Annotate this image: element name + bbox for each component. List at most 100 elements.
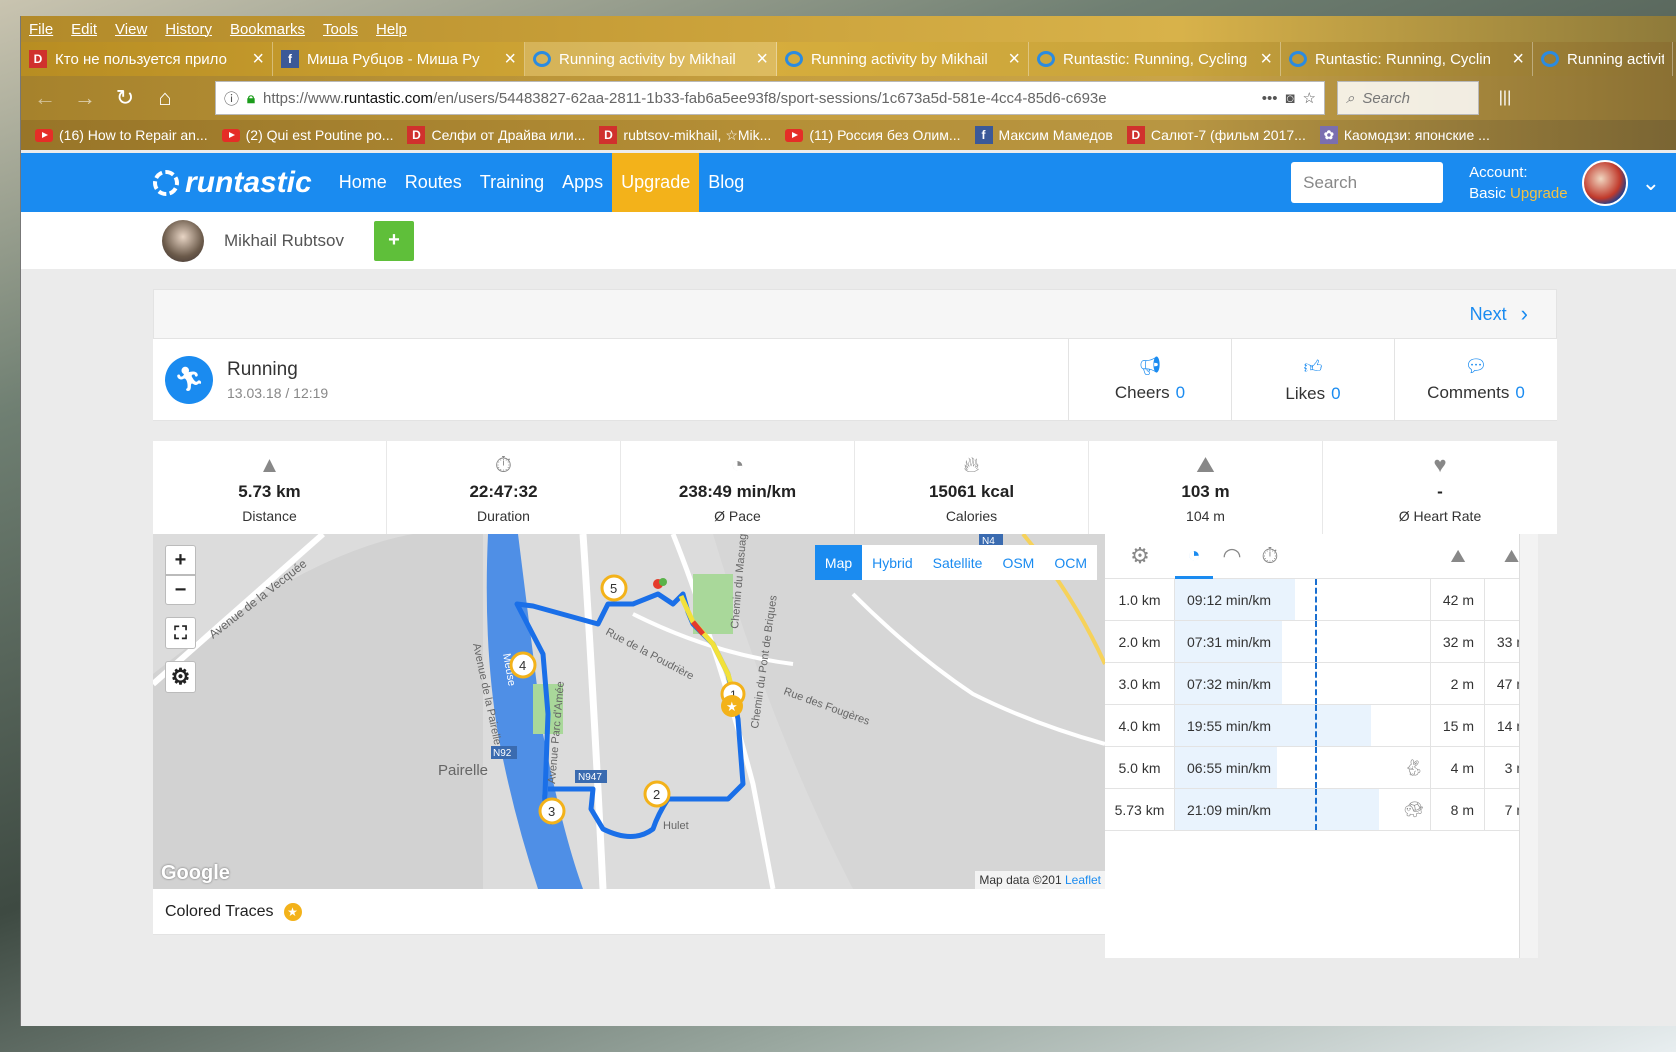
leaflet-link[interactable]: Leaflet xyxy=(1065,873,1101,887)
avatar[interactable] xyxy=(1581,159,1628,206)
bookmark-item[interactable]: ✿ Каомодзи: японские ... xyxy=(1319,126,1490,144)
reload-icon[interactable]: ↻ xyxy=(111,85,139,111)
menu-file[interactable]: File xyxy=(29,21,53,38)
chevron-down-icon[interactable]: ⌄ xyxy=(1642,170,1660,196)
bookmark-item[interactable]: f Максим Мамедов xyxy=(974,126,1113,144)
profile-name[interactable]: Mikhail Rubtsov xyxy=(224,231,344,251)
browser-tab-active[interactable]: Running activity by Mikhail × xyxy=(525,42,777,76)
stats-bar: ▲ 5.73 km Distance ⏱︎ 22:47:32 Duration … xyxy=(153,441,1557,534)
map-type-osm[interactable]: OSM xyxy=(992,545,1044,580)
bookmark-star-icon[interactable]: ☆ xyxy=(1303,89,1316,107)
bookmark-item[interactable]: (11) Россия без Олим... xyxy=(785,127,961,143)
page-actions-icon[interactable]: ••• xyxy=(1262,90,1278,107)
close-tab-icon[interactable]: × xyxy=(1008,49,1020,69)
browser-tab[interactable]: Runtastic: Running, Cyclin × xyxy=(1281,42,1533,76)
close-tab-icon[interactable]: × xyxy=(1512,49,1524,69)
bookmark-label: (16) How to Repair an... xyxy=(59,127,208,143)
nav-routes[interactable]: Routes xyxy=(396,153,471,212)
menu-edit[interactable]: Edit xyxy=(71,21,97,38)
split-elevation-gain: 15 m xyxy=(1431,705,1485,746)
runtastic-favicon-icon xyxy=(1289,51,1307,67)
account-type: Basic Upgrade xyxy=(1469,183,1567,204)
map-type-map[interactable]: Map xyxy=(814,545,863,580)
stat-pace: ◔ 238:49 min/km Ø Pace xyxy=(621,441,855,534)
bookmark-item[interactable]: D Селфи от Драйва или... xyxy=(407,126,585,144)
stopwatch-tab-icon[interactable]: ⏱︎ xyxy=(1251,543,1289,569)
close-tab-icon[interactable]: × xyxy=(756,49,768,69)
back-icon[interactable]: ← xyxy=(31,85,59,111)
nav-blog[interactable]: Blog xyxy=(699,153,753,212)
cheers-button[interactable]: 📢︎ Cheers 0 xyxy=(1068,339,1231,420)
split-row: 4.0 km 19:55 min/km 15 m 14 m xyxy=(1105,705,1538,747)
scrollbar[interactable] xyxy=(1519,534,1538,958)
settings-gear-icon[interactable]: ⚙ xyxy=(1105,543,1175,569)
chevron-right-icon[interactable]: › xyxy=(1521,301,1528,327)
info-icon[interactable]: ⓘ xyxy=(224,88,239,109)
profile-avatar[interactable] xyxy=(162,219,204,262)
menu-history[interactable]: History xyxy=(165,21,212,38)
split-km: 1.0 km xyxy=(1105,579,1175,620)
split-pace: 19:55 min/km xyxy=(1187,717,1272,734)
library-icon[interactable]: ||| xyxy=(1491,89,1519,107)
add-friend-button[interactable]: + xyxy=(374,220,414,261)
address-bar[interactable]: ⓘ 🔒︎ https://www.runtastic.com/en/users/… xyxy=(215,81,1325,115)
likes-label: Likes xyxy=(1285,383,1326,403)
menu-help[interactable]: Help xyxy=(376,21,407,38)
home-icon[interactable]: ⌂ xyxy=(151,85,179,111)
close-tab-icon[interactable]: × xyxy=(504,49,516,69)
bookmark-item[interactable]: (2) Qui est Poutine po... xyxy=(221,127,394,143)
comments-label: Comments xyxy=(1427,383,1510,402)
fullscreen-icon[interactable]: ⛶ xyxy=(165,617,196,649)
split-pace-cell: 07:32 min/km xyxy=(1175,663,1431,704)
map-type-hybrid[interactable]: Hybrid xyxy=(862,545,922,580)
stat-duration: ⏱︎ 22:47:32 Duration xyxy=(387,441,621,534)
comments-count: 0 xyxy=(1515,383,1525,402)
speed-tab-icon[interactable]: ◠ xyxy=(1213,543,1251,569)
zoom-out-button[interactable]: − xyxy=(165,575,196,605)
nav-training[interactable]: Training xyxy=(471,153,553,212)
runtastic-logo[interactable]: runtastic xyxy=(153,166,312,200)
comments-button[interactable]: 💬︎ Comments 0 xyxy=(1394,339,1557,420)
pace-tab-icon[interactable]: ◔ xyxy=(1175,534,1213,579)
nav-home[interactable]: Home xyxy=(330,153,396,212)
gear-icon[interactable]: ⚙ xyxy=(165,661,196,693)
menu-tools[interactable]: Tools xyxy=(323,21,358,38)
bookmark-item[interactable]: (16) How to Repair an... xyxy=(35,127,208,143)
nav-apps[interactable]: Apps xyxy=(553,153,612,212)
close-tab-icon[interactable]: × xyxy=(252,49,264,69)
browser-tab[interactable]: Runtastic: Running, Cycling × xyxy=(1029,42,1281,76)
browser-search-field[interactable]: ⌕ Search xyxy=(1337,81,1479,115)
zoom-in-button[interactable]: + xyxy=(165,545,196,575)
likes-button[interactable]: 👍︎ Likes 0 xyxy=(1231,339,1394,420)
pocket-icon[interactable]: ◙ xyxy=(1285,90,1294,107)
browser-tab[interactable]: f Миша Рубцов - Миша Ру × xyxy=(273,42,525,76)
browser-tab[interactable]: Running activity xyxy=(1533,42,1673,76)
bookmark-item[interactable]: Drubtsov-mikhail, ☆Mik... xyxy=(599,126,771,144)
menu-view[interactable]: View xyxy=(115,21,147,38)
route-map[interactable]: Avenue de la Vecquée Rue de la Poudrière… xyxy=(153,534,1105,889)
url-host: runtastic.com xyxy=(343,89,434,107)
forward-icon[interactable]: → xyxy=(71,85,99,111)
account-menu[interactable]: Account: Basic Upgrade xyxy=(1469,162,1567,204)
browser-tab[interactable]: Running activity by Mikhail × xyxy=(777,42,1029,76)
premium-star-icon[interactable]: ★ xyxy=(283,902,302,921)
activity-content: Next › 🏃︎ Running 13.03.18 / 12:19 📢︎ Ch… xyxy=(153,289,1557,958)
close-tab-icon[interactable]: × xyxy=(1260,49,1272,69)
nav-upgrade[interactable]: Upgrade xyxy=(612,153,700,212)
browser-tab[interactable]: D Кто не пользуется прило × xyxy=(21,42,273,76)
map-type-satellite[interactable]: Satellite xyxy=(923,545,993,580)
map-and-splits: Avenue de la Vecquée Rue de la Poudrière… xyxy=(153,534,1557,958)
next-link[interactable]: Next xyxy=(1470,304,1507,325)
map-type-ocm[interactable]: OCM xyxy=(1044,545,1097,580)
account-upgrade-link[interactable]: Upgrade xyxy=(1510,185,1568,202)
svg-text:N92: N92 xyxy=(493,748,512,759)
stat-label: Duration xyxy=(477,507,530,524)
splits-table: ⚙ ◔ ◠ ⏱︎ ⛰︎ ⛰︎ 1.0 km09:12 min/km42 m-2.… xyxy=(1105,534,1538,958)
bookmark-item[interactable]: D Салют-7 (фильм 2017... xyxy=(1126,126,1306,144)
site-search-input[interactable]: Search xyxy=(1291,162,1444,203)
split-pace-cell: 09:12 min/km xyxy=(1175,579,1431,620)
stat-value: 238:49 min/km xyxy=(678,481,797,501)
menu-bookmarks[interactable]: Bookmarks xyxy=(230,21,305,38)
split-pace-cell: 21:09 min/km 🐢︎ xyxy=(1175,789,1431,830)
bookmark-label: (2) Qui est Poutine po... xyxy=(245,127,394,143)
